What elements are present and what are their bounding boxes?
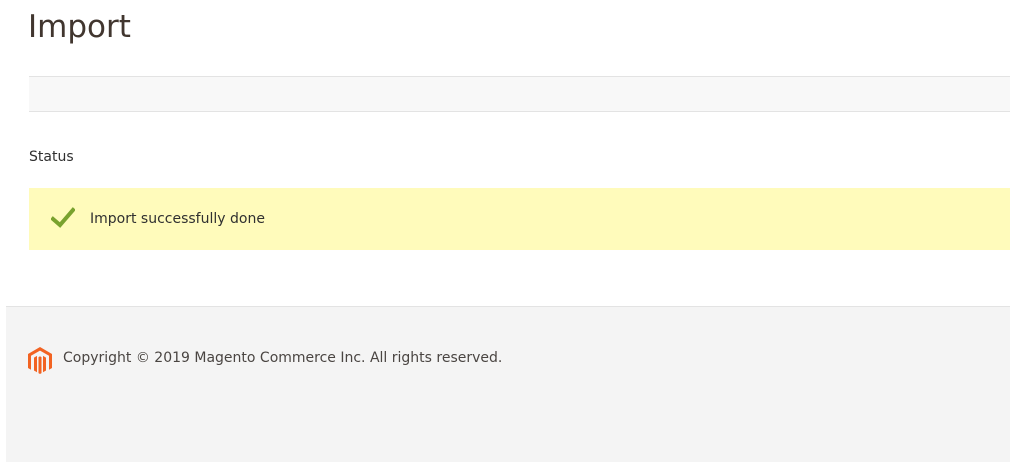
status-label: Status [29,149,74,165]
magento-logo-icon[interactable] [28,347,52,375]
success-message: Import successfully done [29,188,1010,250]
import-page: Import Status Import successfully done C… [0,0,1024,467]
copyright-text: Copyright © 2019 Magento Commerce Inc. A… [63,350,503,366]
success-message-text: Import successfully done [90,211,265,227]
page-footer: Copyright © 2019 Magento Commerce Inc. A… [6,306,1010,462]
page-actions-bar [29,76,1010,112]
page-title: Import [28,9,131,45]
checkmark-icon [50,207,76,229]
